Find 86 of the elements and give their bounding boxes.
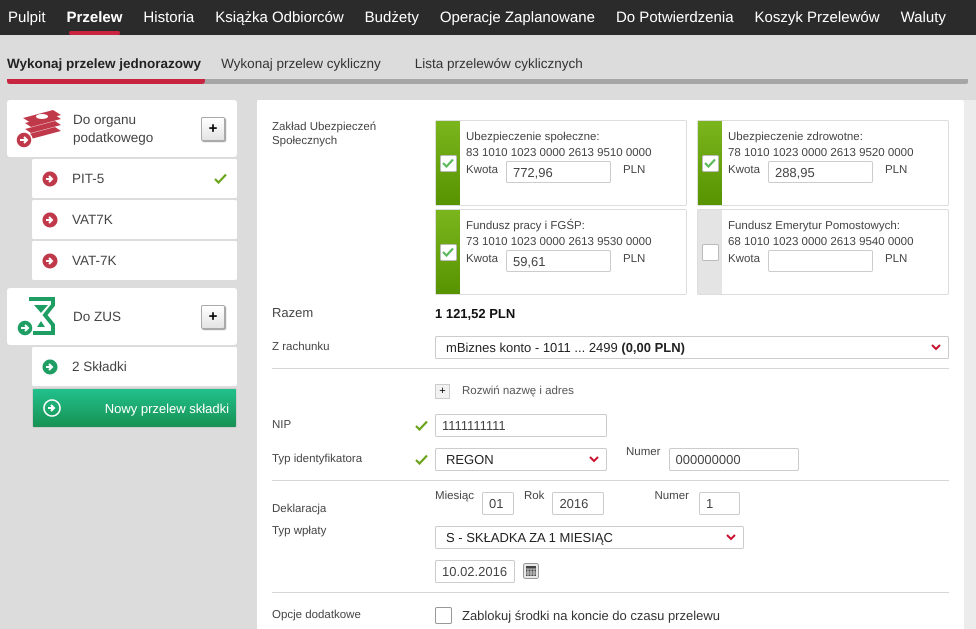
- field-label: Miesiąc: [435, 490, 474, 502]
- nav-tab[interactable]: Książka Odbiorców: [207, 0, 354, 35]
- total-amount: 1 121,52 PLN: [435, 306, 516, 320]
- field-label: Deklaracja: [272, 502, 328, 516]
- nav-tab[interactable]: Budżety: [356, 0, 429, 35]
- arrow-circle-icon: [42, 212, 58, 228]
- sidebar-item[interactable]: VAT-7K: [32, 241, 237, 280]
- check-icon: [415, 454, 428, 464]
- amount-field[interactable]: 772,96: [506, 161, 611, 183]
- check-icon: [415, 420, 428, 430]
- account-dropdown[interactable]: mBiznes konto - 1011 ... 2499 (0,00 PLN): [435, 336, 949, 358]
- field-label: Numer: [654, 490, 689, 502]
- expand-link[interactable]: Rozwiń nazwę i adres: [462, 385, 574, 397]
- field-label: Rok: [524, 490, 544, 502]
- category-title: Do organu podatkowego: [73, 110, 154, 146]
- checkbox[interactable]: [702, 244, 718, 260]
- nav-tab[interactable]: Historia: [135, 0, 204, 35]
- contribution-title: Ubezpieczenie zdrowotne:: [728, 131, 864, 143]
- year-field[interactable]: 2016: [552, 492, 604, 514]
- date-field[interactable]: 10.02.2016: [435, 560, 515, 582]
- sub-tab[interactable]: Wykonaj przelew jednorazowy: [7, 56, 206, 84]
- checkbox[interactable]: [435, 606, 452, 624]
- caret-icon: [726, 534, 736, 540]
- field-label: Kwota: [466, 253, 498, 265]
- field-label: Numer: [626, 446, 661, 458]
- currency-label: PLN: [622, 164, 646, 176]
- contribution-title: Fundusz pracy i FGŚP:: [466, 220, 586, 232]
- add-button[interactable]: +: [201, 304, 225, 328]
- sidebar-item[interactable]: VAT7K: [32, 200, 237, 239]
- checkbox[interactable]: [440, 154, 456, 172]
- field-label: NIP: [272, 418, 292, 432]
- category-card[interactable]: Do ZUS +: [7, 288, 237, 345]
- arrow-circle-icon: [42, 170, 58, 186]
- nav-tab[interactable]: Waluty: [892, 0, 956, 35]
- field-label: Kwota: [728, 164, 760, 176]
- account-number: 73 1010 1023 0000 2613 9530 0000: [466, 236, 652, 248]
- arrow-circle-icon: [42, 252, 58, 268]
- nav-tab[interactable]: Do Potwierdzenia: [608, 0, 744, 35]
- sidebar-item[interactable]: 2 Składki: [32, 347, 237, 386]
- check-icon: [214, 173, 227, 184]
- field-label: Zakład Ubezpieczeń Społecznych: [272, 120, 378, 148]
- contribution-title: Fundusz Emerytur Pomostowych:: [728, 220, 901, 232]
- account-number: 78 1010 1023 0000 2613 9520 0000: [728, 147, 914, 159]
- account-number: 83 1010 1023 0000 2613 9510 0000: [466, 147, 652, 159]
- calendar-icon[interactable]: [523, 563, 539, 579]
- currency-label: PLN: [884, 164, 908, 176]
- caret-icon: [589, 456, 599, 462]
- sidebar-item[interactable]: PIT-5: [32, 159, 237, 198]
- category-card[interactable]: Do organu podatkowego +: [7, 100, 237, 157]
- contribution-title: Ubezpieczenie społeczne:: [466, 131, 601, 143]
- checkbox[interactable]: [440, 244, 456, 260]
- expand-button[interactable]: +: [435, 384, 450, 398]
- checkbox[interactable]: [702, 154, 718, 172]
- account-number: 68 1010 1023 0000 2613 9540 0000: [728, 236, 914, 248]
- field-label: Typ identyfikatora: [272, 452, 364, 466]
- amount-field[interactable]: 288,95: [768, 161, 873, 183]
- amount-field[interactable]: 59,61: [506, 250, 611, 272]
- amount-field[interactable]: [768, 250, 873, 272]
- payment-type-dropdown[interactable]: S - SKŁADKA ZA 1 MIESIĄC: [435, 526, 744, 548]
- field-label: Kwota: [728, 253, 760, 265]
- add-button[interactable]: +: [201, 116, 225, 140]
- nav-tab[interactable]: Koszyk Przelewów: [746, 0, 890, 35]
- money-stack-icon: [15, 108, 63, 148]
- sub-tab[interactable]: Wykonaj przelew cykliczny: [221, 56, 398, 79]
- arrow-circle-icon: [42, 358, 58, 374]
- field-label: Opcje dodatkowe: [272, 608, 362, 622]
- field-label: Z rachunku: [272, 340, 331, 354]
- sub-tab[interactable]: Lista przelewów cyklicznych: [414, 56, 600, 79]
- number-field[interactable]: 000000000: [668, 448, 799, 470]
- id-type-dropdown[interactable]: REGON: [435, 448, 607, 470]
- nav-tab[interactable]: Operacje Zaplanowane: [432, 0, 605, 35]
- currency-label: PLN: [884, 253, 908, 265]
- field-label: Typ wpłaty: [272, 524, 328, 538]
- nip-field[interactable]: 1111111111: [435, 414, 607, 436]
- caret-icon: [931, 344, 941, 350]
- currency-label: PLN: [622, 253, 646, 265]
- field-label: Kwota: [466, 164, 498, 176]
- nav-tab[interactable]: Przelew: [58, 0, 132, 35]
- scrollbar[interactable]: [964, 100, 976, 629]
- month-field[interactable]: 01: [482, 492, 514, 514]
- nav-tab[interactable]: Pulpit: [0, 0, 56, 35]
- checkbox-label: Zablokuj środki na koncie do czasu przelewu: [462, 608, 720, 622]
- number-field[interactable]: 1: [698, 492, 740, 514]
- arrow-circle-icon: [43, 399, 61, 417]
- field-label: Razem: [272, 306, 314, 320]
- category-title: Do ZUS: [73, 308, 122, 326]
